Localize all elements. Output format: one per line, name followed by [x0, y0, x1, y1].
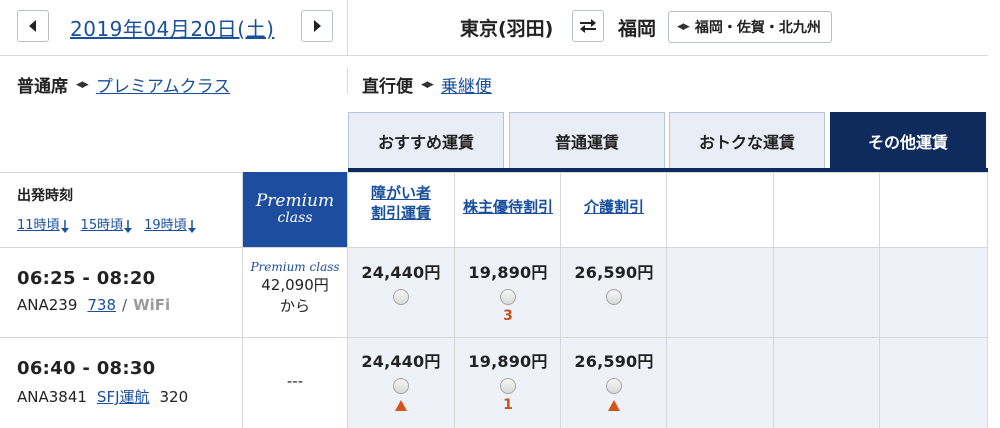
premium-price: 42,090円 — [261, 276, 329, 294]
fare-column-header-shareholder: 株主優待割引 — [455, 198, 561, 218]
premium-header-line2: class — [277, 210, 313, 227]
destination-select-label: 福岡・佐賀・北九州 — [694, 20, 821, 36]
fare-type-link[interactable]: 株主優待割引 — [463, 198, 553, 216]
divider — [347, 68, 348, 94]
fare-cell: 19,890円 3 — [455, 259, 561, 324]
next-day-button[interactable] — [301, 10, 333, 42]
time-jump-links: 11時頃 15時頃 19時頃 — [17, 214, 196, 233]
flight-meta: ANA239 738 / WiFi — [17, 296, 170, 314]
chevron-right-icon — [314, 20, 321, 32]
fare-cell: 24,440円 — [348, 348, 454, 411]
fare-radio[interactable] — [393, 378, 409, 394]
cabin-filter: 普通席 ◀▶ プレミアムクラス — [17, 72, 230, 97]
time-link-15[interactable]: 15時頃 — [81, 214, 133, 233]
divider — [773, 172, 774, 428]
divider — [0, 247, 988, 248]
tab-recommended-fares[interactable]: おすすめ運賃 — [348, 112, 504, 168]
wifi-badge: WiFi — [133, 296, 171, 314]
origin-airport: 東京(羽田) — [460, 17, 554, 40]
separator: / — [122, 296, 128, 314]
chevron-left-icon — [29, 20, 36, 32]
fare-price: 26,590円 — [574, 352, 654, 371]
fare-type-link[interactable]: 介護割引 — [584, 198, 644, 216]
fare-price: 19,890円 — [468, 263, 548, 282]
fare-price: 19,890円 — [468, 352, 548, 371]
aircraft-type: 320 — [159, 387, 189, 406]
fare-cell: 26,590円 — [561, 348, 667, 411]
fare-price: 24,440円 — [361, 352, 441, 371]
left-right-arrows-icon: ◀▶ — [76, 79, 89, 90]
date-navigator: 2019年04月20日(土) — [0, 0, 348, 55]
fare-type-line2: 割引運賃 — [370, 203, 431, 222]
connecting-flights-link[interactable]: 乗継便 — [441, 72, 492, 97]
fare-cell: 24,440円 — [348, 259, 454, 305]
time-link-label[interactable]: 11時頃 — [17, 214, 60, 233]
divider — [987, 172, 988, 428]
fare-radio[interactable] — [393, 289, 409, 305]
fare-price: 24,440円 — [361, 263, 441, 282]
date-link[interactable]: 2019年04月20日(土) — [70, 13, 274, 42]
flight-number: ANA3841 — [17, 387, 87, 406]
divider — [0, 55, 988, 56]
time-link-19[interactable]: 19時頃 — [144, 214, 196, 233]
few-seats-triangle-icon — [395, 400, 407, 411]
swap-arrows-icon — [580, 19, 596, 33]
arrow-down-icon — [187, 220, 196, 233]
divider — [347, 0, 348, 55]
divider — [0, 337, 988, 338]
divider — [0, 172, 988, 173]
fare-radio[interactable] — [500, 378, 516, 394]
arrow-down-icon — [60, 220, 69, 233]
divider — [879, 172, 880, 428]
flight-number: ANA239 — [17, 296, 78, 314]
fare-cell: 19,890円 1 — [455, 348, 561, 413]
fare-cell: 26,590円 — [561, 259, 667, 305]
departure-time-header: 出発時刻 — [17, 188, 73, 204]
tab-discount-fares[interactable]: おトクな運賃 — [669, 112, 825, 168]
left-right-arrows-icon: ◀▶ — [421, 79, 434, 90]
flight-meta: ANA3841 SFJ運航 320 — [17, 386, 188, 407]
swap-route-button[interactable] — [572, 10, 604, 42]
destination-airport: 福岡 — [618, 17, 657, 40]
operator-link[interactable]: SFJ運航 — [97, 386, 150, 407]
few-seats-triangle-icon — [608, 400, 620, 411]
premium-class-link[interactable]: プレミアムクラス — [96, 72, 230, 97]
seats-remaining: 1 — [503, 397, 513, 413]
flight-time: 06:40 - 08:30 — [17, 358, 156, 379]
route-current-label: 直行便 — [362, 77, 413, 97]
left-right-arrows-icon: ◀▶ — [677, 22, 690, 32]
fare-type-line1: 障がい者 — [370, 184, 431, 202]
time-link-label[interactable]: 19時頃 — [144, 214, 187, 233]
time-link-label[interactable]: 15時頃 — [81, 214, 124, 233]
route-filter: 直行便 ◀▶ 乗継便 — [362, 72, 492, 97]
arrow-down-icon — [124, 220, 133, 233]
tab-other-fares[interactable]: その他運賃 — [830, 112, 986, 168]
premium-class-header: Premium class — [243, 172, 347, 247]
premium-unavailable: --- — [286, 372, 304, 390]
fare-column-header-disability: 障がい者 割引運賃 — [348, 184, 454, 223]
flight-time: 06:25 - 08:20 — [17, 268, 156, 289]
premium-header-line1: Premium — [255, 191, 335, 212]
cabin-current-label: 普通席 — [17, 77, 68, 97]
seats-remaining: 3 — [503, 308, 513, 324]
aircraft-link[interactable]: 738 — [87, 296, 116, 314]
fare-type-link[interactable]: 障がい者 割引運賃 — [371, 184, 431, 222]
previous-day-button[interactable] — [17, 10, 49, 42]
fare-price: 26,590円 — [574, 263, 654, 282]
tab-normal-fares[interactable]: 普通運賃 — [509, 112, 665, 168]
fare-radio[interactable] — [500, 289, 516, 305]
premium-fare-cell[interactable]: Premium class 42,090円 から — [243, 260, 347, 316]
time-link-11[interactable]: 11時頃 — [17, 214, 69, 233]
fare-column-header-caregiver: 介護割引 — [561, 198, 667, 218]
destination-airport-select[interactable]: ◀▶ 福岡・佐賀・北九州 — [668, 11, 832, 43]
fare-radio[interactable] — [606, 289, 622, 305]
premium-class-label: Premium class — [250, 260, 340, 274]
premium-price-suffix: から — [279, 297, 310, 315]
fare-radio[interactable] — [606, 378, 622, 394]
